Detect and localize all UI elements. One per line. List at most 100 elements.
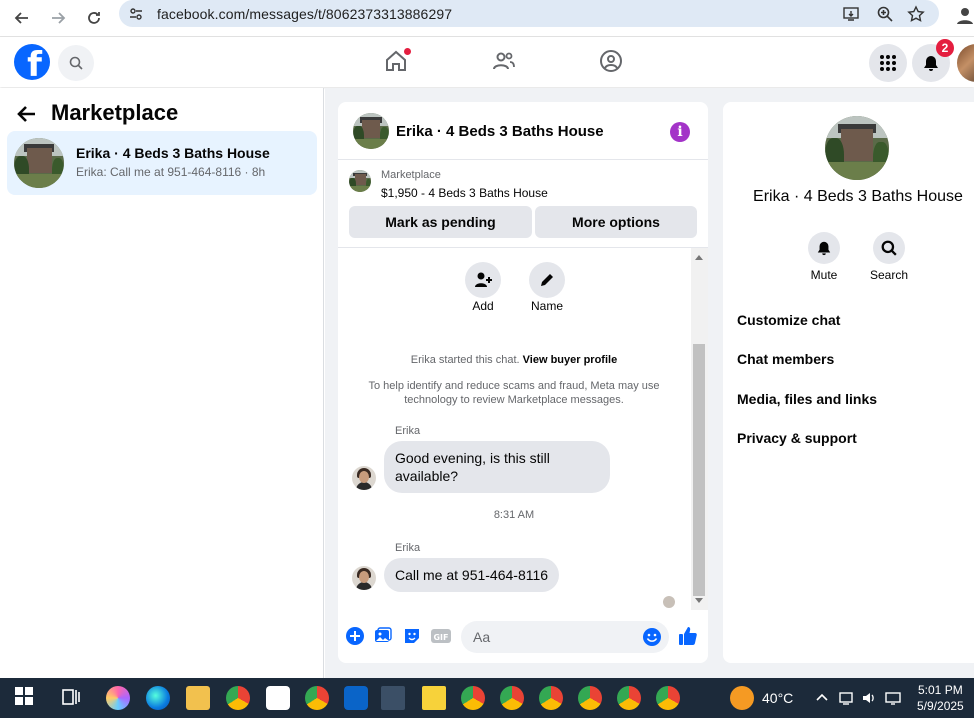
sender-avatar[interactable] [352, 466, 376, 490]
browser-profile-icon[interactable] [954, 4, 974, 26]
sticker-icon[interactable] [403, 627, 421, 645]
snipping-tool-icon[interactable] [381, 686, 405, 710]
message-composer: GIF [338, 617, 708, 663]
weather-temperature[interactable]: 40°C [762, 690, 793, 706]
scroll-thumb[interactable] [693, 344, 705, 596]
site-info-icon[interactable] [128, 6, 144, 22]
clock-time: 5:01 PM [918, 683, 963, 697]
windows-taskbar: 40°C 5:01 PM 5/9/2025 [0, 678, 974, 718]
task-view-icon[interactable] [60, 686, 84, 710]
chat-started-notice: Erika started this chat. View buyer prof… [338, 353, 690, 367]
chat-title[interactable]: Erika · 4 Beds 3 Baths House [396, 123, 604, 140]
section-label: Chat members [737, 351, 835, 367]
message-input[interactable] [461, 621, 669, 653]
listing-summary: Marketplace $1,950 - 4 Beds 3 Baths Hous… [338, 160, 708, 248]
sticky-notes-icon[interactable] [422, 686, 446, 710]
add-label: Add [472, 299, 494, 313]
browser-toolbar: facebook.com/messages/t/8062373313886297 [0, 0, 974, 37]
volume-icon[interactable] [861, 690, 885, 714]
details-avatar[interactable] [825, 116, 889, 180]
section-label: Customize chat [737, 312, 841, 328]
clock-date: 5/9/2025 [917, 699, 964, 713]
search-icon[interactable] [873, 232, 905, 264]
plus-circle-icon[interactable] [346, 627, 364, 645]
details-name: Erika · 4 Beds 3 Baths House [753, 188, 963, 205]
address-bar[interactable]: facebook.com/messages/t/8062373313886297 [119, 0, 939, 27]
photo-icon[interactable] [374, 627, 392, 645]
customize-chat-section[interactable]: Customize chat [737, 312, 974, 328]
zoom-icon[interactable] [876, 5, 894, 23]
friends-icon[interactable] [492, 49, 516, 73]
message-sender: Erika [395, 425, 421, 437]
home-unread-dot [404, 48, 411, 55]
thumbs-up-icon[interactable] [678, 626, 698, 646]
chrome-profile-icon[interactable] [578, 686, 602, 710]
info-icon[interactable]: i [670, 122, 690, 142]
reload-icon[interactable] [79, 3, 109, 33]
scroll-down-icon[interactable] [695, 598, 703, 604]
conversation-name: Erika · 4 Beds 3 Baths House [76, 145, 270, 161]
more-options-button[interactable]: More options [535, 206, 697, 238]
sender-avatar[interactable] [352, 566, 376, 590]
chrome-profile-icon[interactable] [461, 686, 485, 710]
gif-icon[interactable]: GIF [431, 627, 451, 645]
windows-start-icon[interactable] [14, 686, 38, 710]
media-files-links-section[interactable]: Media, files and links [737, 391, 974, 407]
listing-source: Marketplace [381, 169, 441, 181]
search-icon[interactable] [58, 45, 94, 81]
microsoft-store-icon[interactable] [266, 686, 290, 710]
view-buyer-profile-link[interactable]: View buyer profile [523, 354, 618, 366]
scroll-up-icon[interactable] [695, 254, 703, 260]
system-tray-chevron-icon[interactable] [815, 690, 839, 714]
outlook-icon[interactable] [344, 686, 368, 710]
listing-thumbnail[interactable] [349, 170, 371, 192]
weather-icon[interactable] [730, 686, 754, 710]
chrome-profile-icon[interactable] [617, 686, 641, 710]
chat-panel: Erika · 4 Beds 3 Baths House i Marketpla… [338, 102, 708, 663]
listing-thumbnail [14, 138, 64, 188]
listing-price-title[interactable]: $1,950 - 4 Beds 3 Baths House [381, 186, 548, 200]
network-icon[interactable] [838, 690, 862, 714]
mute-bell-icon[interactable] [808, 232, 840, 264]
svg-text:GIF: GIF [433, 633, 448, 642]
thread-scrollbar[interactable] [691, 248, 708, 610]
emoji-icon[interactable] [642, 627, 662, 647]
chrome-profile-icon[interactable] [500, 686, 524, 710]
back-arrow-icon[interactable] [7, 3, 37, 33]
chat-header: Erika · 4 Beds 3 Baths House i [338, 102, 708, 160]
conversation-preview: Erika: Call me at 951-464-8116 · 8h [76, 165, 266, 179]
url-text: facebook.com/messages/t/8062373313886297 [157, 5, 453, 22]
name-label: Name [530, 299, 563, 313]
mark-as-pending-button[interactable]: Mark as pending [349, 206, 532, 238]
install-app-icon[interactable] [842, 5, 860, 23]
message-sender: Erika [395, 542, 421, 554]
bookmark-star-icon[interactable] [907, 5, 925, 23]
edit-name-icon[interactable] [529, 262, 565, 298]
account-avatar[interactable] [957, 44, 974, 82]
message-bubble[interactable]: Good evening, is this still available? [384, 441, 610, 493]
menu-grid-icon[interactable] [869, 44, 907, 82]
taskbar-clock[interactable]: 5:01 PM 5/9/2025 [917, 682, 964, 714]
chat-details-panel: Erika · 4 Beds 3 Baths House Mute Search… [723, 102, 974, 663]
copilot-icon[interactable] [106, 686, 130, 710]
section-label: Media, files and links [737, 391, 878, 407]
chat-members-section[interactable]: Chat members [737, 351, 974, 367]
chrome-profile-icon[interactable] [656, 686, 680, 710]
privacy-support-section[interactable]: Privacy & support [737, 430, 974, 446]
message-bubble[interactable]: Call me at 951-464-8116 [384, 558, 560, 592]
add-person-icon[interactable] [465, 262, 501, 298]
display-icon[interactable] [885, 690, 909, 714]
file-explorer-icon[interactable] [186, 686, 210, 710]
section-label: Privacy & support [737, 430, 857, 446]
facebook-logo-icon[interactable]: f [14, 44, 50, 80]
back-arrow-icon[interactable] [16, 103, 38, 125]
chrome-profile-icon[interactable] [539, 686, 563, 710]
edge-browser-icon[interactable] [146, 686, 170, 710]
chrome-icon[interactable] [226, 686, 250, 710]
notification-badge: 2 [936, 39, 954, 57]
chat-avatar[interactable] [353, 113, 389, 149]
conversation-item[interactable]: Erika · 4 Beds 3 Baths House Erika: Call… [7, 131, 317, 195]
chrome-profile-icon[interactable] [305, 686, 329, 710]
forward-arrow-icon[interactable] [43, 3, 73, 33]
groups-icon[interactable] [599, 49, 623, 73]
